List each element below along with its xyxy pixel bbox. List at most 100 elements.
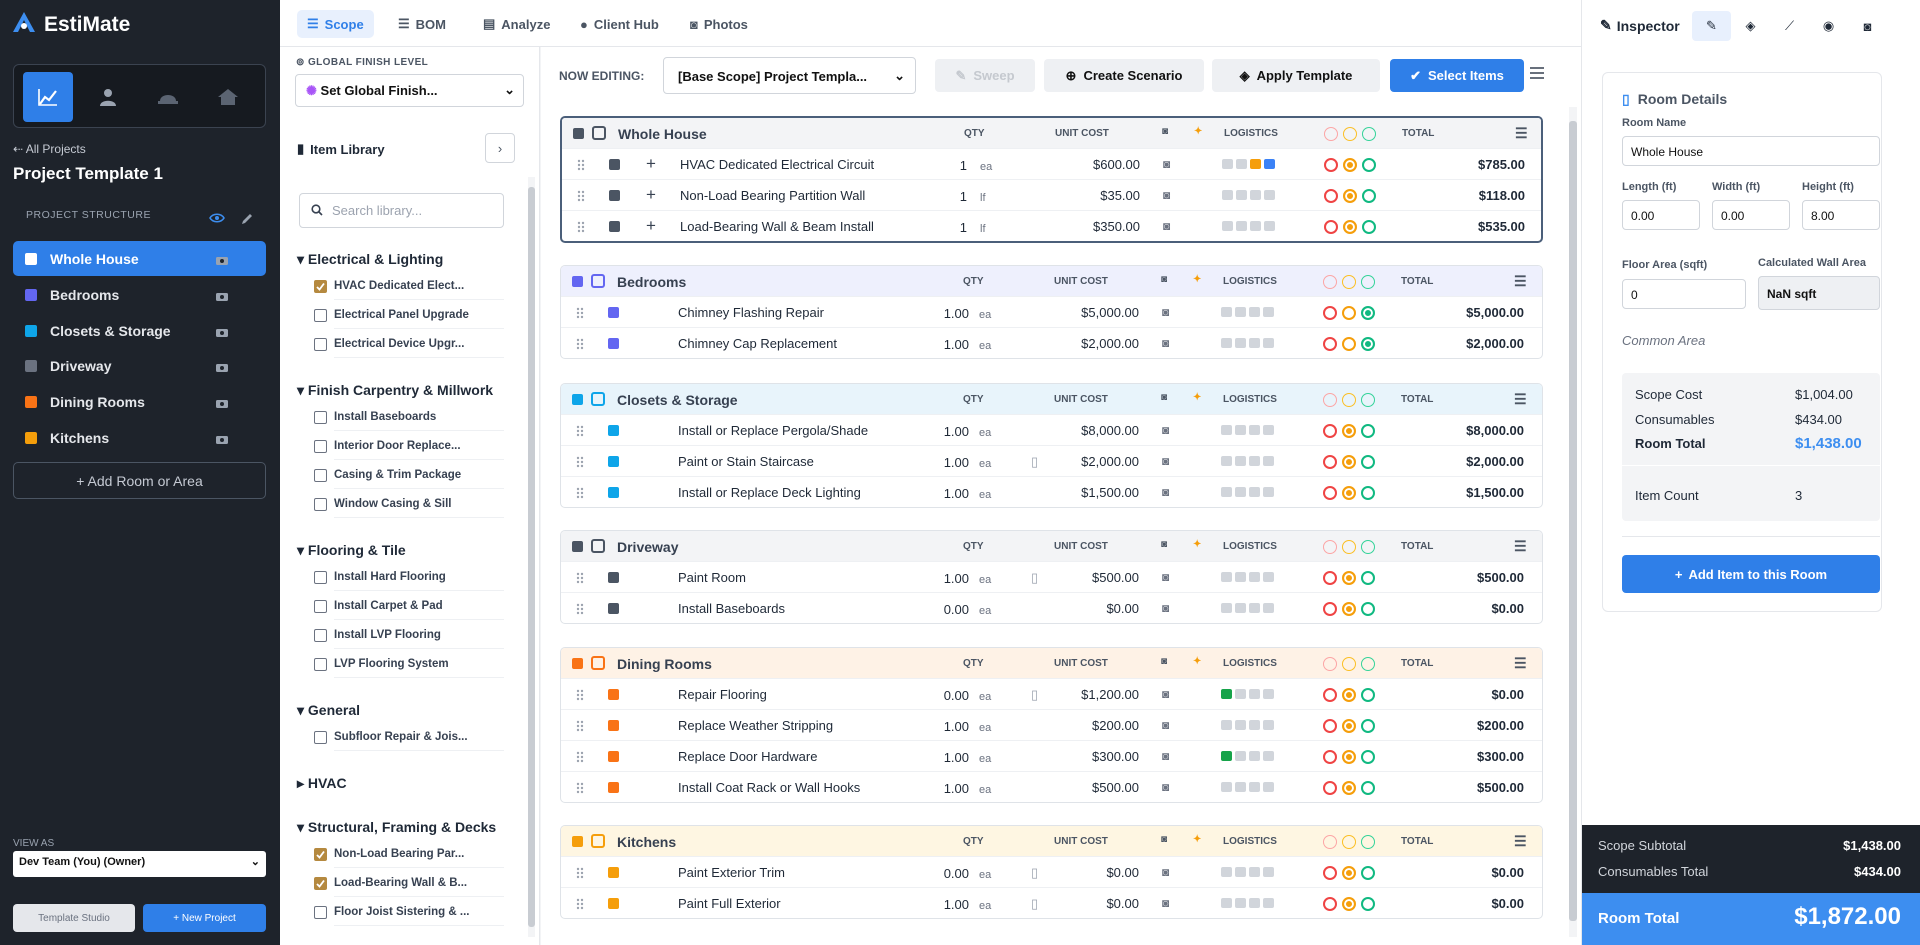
item-qty[interactable]: 1: [951, 220, 967, 235]
camera-icon[interactable]: ◙: [1162, 718, 1169, 732]
camera-icon[interactable]: ◙: [1162, 896, 1169, 910]
item-qty[interactable]: 1.00: [941, 455, 969, 470]
camera-icon[interactable]: [216, 252, 228, 268]
person-icon[interactable]: [83, 72, 133, 122]
menu-icon[interactable]: ☰: [1514, 655, 1527, 672]
line-item-row[interactable]: Paint Full Exterior 1.00 ea ▯ $0.00 ◙ $0.00: [561, 887, 1542, 918]
menu-icon[interactable]: ☰: [1514, 833, 1527, 850]
status-green-filter[interactable]: [1361, 657, 1375, 671]
item-unit-cost[interactable]: $35.00: [1060, 188, 1140, 203]
library-item[interactable]: Install LVP Flooring: [314, 621, 504, 649]
library-item-checkbox[interactable]: [314, 280, 327, 293]
sidebar-room-item[interactable]: Bedrooms: [13, 277, 266, 312]
room-group-header[interactable]: Bedrooms QTY UNIT COST ◙ ✦ LOGISTICS TOTAL ☰: [561, 266, 1542, 296]
status-green[interactable]: [1361, 688, 1375, 702]
status-orange[interactable]: [1342, 602, 1356, 616]
status-orange-filter[interactable]: [1343, 127, 1357, 141]
pencil-icon[interactable]: [240, 212, 254, 229]
room-group-header[interactable]: Driveway QTY UNIT COST ◙ ✦ LOGISTICS TOTAL ☰: [561, 531, 1542, 561]
new-project-button[interactable]: + New Project: [143, 904, 266, 932]
item-qty[interactable]: 0.00: [941, 602, 969, 617]
library-item[interactable]: Install Hard Flooring: [314, 563, 504, 591]
item-unit-cost[interactable]: $300.00: [1059, 749, 1139, 764]
camera-icon[interactable]: [216, 324, 228, 340]
item-qty[interactable]: 1.00: [941, 781, 969, 796]
camera-icon[interactable]: ◙: [1162, 749, 1169, 763]
camera-icon[interactable]: ◙: [1163, 157, 1170, 171]
add-item-button[interactable]: + Add Item to this Room: [1622, 555, 1880, 593]
library-scrollbar[interactable]: [528, 177, 535, 937]
item-name[interactable]: Install Baseboards: [678, 601, 908, 616]
library-item[interactable]: Non-Load Bearing Par...: [314, 840, 504, 868]
edit-icon[interactable]: ✎: [1692, 11, 1731, 41]
status-green-filter[interactable]: [1361, 275, 1375, 289]
drag-handle-icon[interactable]: [576, 720, 584, 735]
logistics-icons[interactable]: [1221, 603, 1274, 613]
item-unit-cost[interactable]: $2,000.00: [1059, 336, 1139, 351]
back-link[interactable]: ⇠ All Projects: [13, 142, 86, 156]
logistics-icons[interactable]: [1222, 221, 1275, 231]
item-name[interactable]: Replace Weather Stripping: [678, 718, 908, 733]
status-red[interactable]: [1324, 189, 1338, 203]
library-item-checkbox[interactable]: [314, 731, 327, 744]
camera-icon[interactable]: ◙: [1162, 601, 1169, 615]
status-green[interactable]: [1361, 306, 1375, 320]
item-unit-cost[interactable]: $0.00: [1059, 601, 1139, 616]
expand-plus-icon[interactable]: +: [646, 185, 656, 205]
line-item-row[interactable]: Paint Exterior Trim 0.00 ea ▯ $0.00 ◙ $0.00: [561, 856, 1542, 887]
item-name[interactable]: Non-Load Bearing Partition Wall: [680, 188, 878, 203]
room-group-header[interactable]: Kitchens QTY UNIT COST ◙ ✦ LOGISTICS TOTAL ☰: [561, 826, 1542, 856]
library-item[interactable]: Install Baseboards: [314, 403, 504, 431]
line-item-row[interactable]: Install or Replace Pergola/Shade 1.00 ea $8…: [561, 414, 1542, 445]
drag-handle-icon[interactable]: [576, 425, 584, 440]
status-orange-filter[interactable]: [1342, 835, 1356, 849]
library-category[interactable]: ▸ HVAC: [297, 775, 347, 792]
hardhat-icon[interactable]: [143, 72, 193, 122]
room-group-header[interactable]: Whole House QTY UNIT COST ◙ ✦ LOGISTICS TOTAL ☰: [562, 118, 1541, 148]
line-item-row[interactable]: + Non-Load Bearing Partition Wall 1 lf $35.0…: [562, 179, 1541, 210]
note-icon[interactable]: ▯: [1031, 570, 1038, 586]
camera-icon[interactable]: ◙: [1162, 865, 1169, 879]
camera-icon[interactable]: [216, 359, 228, 375]
note-icon[interactable]: ▯: [1031, 865, 1038, 881]
item-qty[interactable]: 1.00: [941, 571, 969, 586]
item-qty[interactable]: 1.00: [941, 719, 969, 734]
camera-icon[interactable]: ◙: [1162, 423, 1169, 437]
status-green[interactable]: [1361, 424, 1375, 438]
status-red[interactable]: [1323, 866, 1337, 880]
status-green-filter[interactable]: [1361, 540, 1375, 554]
wand-icon[interactable]: ✦: [1193, 392, 1201, 403]
scenario-select[interactable]: [Base Scope] Project Templa... ⌄: [663, 57, 916, 94]
status-green-filter[interactable]: [1361, 393, 1375, 407]
library-item-checkbox[interactable]: [314, 658, 327, 671]
item-unit-cost[interactable]: $600.00: [1060, 157, 1140, 172]
library-item-checkbox[interactable]: [314, 309, 327, 322]
apply-template-button[interactable]: ◈ Apply Template: [1212, 59, 1380, 92]
status-orange-filter[interactable]: [1342, 657, 1356, 671]
add-room-button[interactable]: + Add Room or Area: [13, 462, 266, 499]
library-expand-button[interactable]: ›: [485, 133, 515, 163]
status-orange[interactable]: [1343, 220, 1357, 234]
item-unit-cost[interactable]: $500.00: [1059, 780, 1139, 795]
layers-icon[interactable]: ◈: [1731, 11, 1770, 41]
camera-icon[interactable]: ◙: [1161, 539, 1167, 550]
menu-icon[interactable]: ☰: [1514, 273, 1527, 290]
eye-icon[interactable]: [209, 212, 225, 227]
library-item-checkbox[interactable]: [314, 469, 327, 482]
camera-icon[interactable]: ◙: [1162, 454, 1169, 468]
camera-icon[interactable]: ◙: [1162, 126, 1168, 137]
drag-handle-icon[interactable]: [577, 159, 585, 174]
tab-bom[interactable]: ☰ BOM: [388, 10, 456, 38]
wand-icon[interactable]: ✦: [1193, 539, 1201, 550]
item-qty[interactable]: 0.00: [941, 688, 969, 703]
status-orange[interactable]: [1342, 750, 1356, 764]
camera-icon[interactable]: [216, 395, 228, 411]
expand-plus-icon[interactable]: +: [646, 154, 656, 174]
item-qty[interactable]: 1: [951, 189, 967, 204]
tab-photos[interactable]: ◙ Photos: [680, 10, 758, 38]
line-item-row[interactable]: Replace Weather Stripping 1.00 ea $200.00 ◙ $…: [561, 709, 1542, 740]
library-item[interactable]: Window Casing & Sill: [314, 490, 504, 518]
camera-icon[interactable]: ◙: [1162, 305, 1169, 319]
status-red[interactable]: [1323, 719, 1337, 733]
library-category[interactable]: ▾ Electrical & Lighting: [297, 251, 443, 268]
